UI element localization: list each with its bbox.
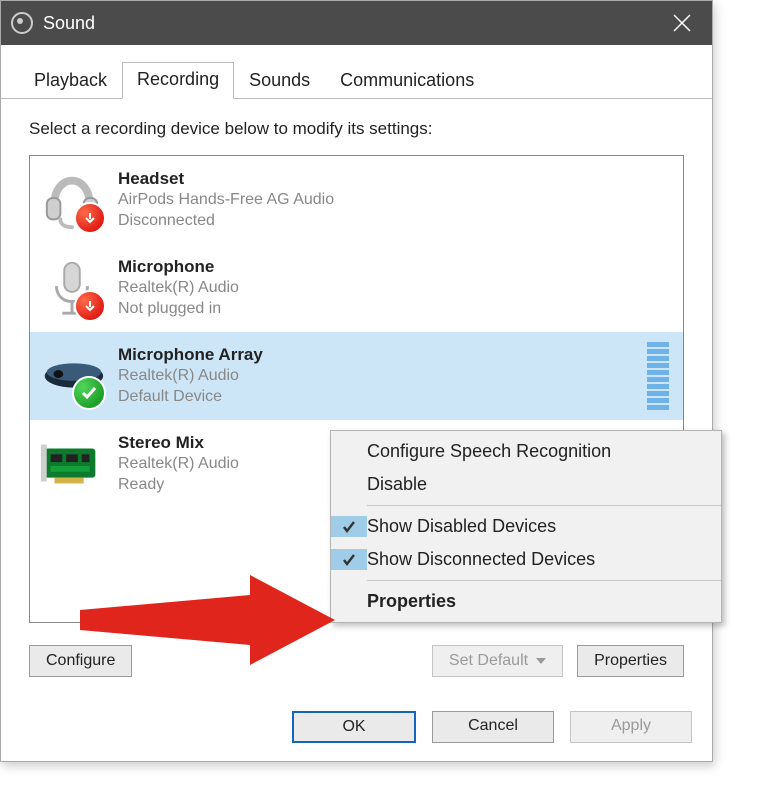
menu-separator [367, 505, 721, 506]
menu-properties[interactable]: Properties [331, 585, 721, 618]
mic-array-icon [36, 340, 108, 412]
device-status: Default Device [118, 387, 637, 408]
level-meter [647, 342, 669, 410]
ok-button[interactable]: OK [292, 711, 416, 743]
down-arrow-badge-icon [74, 202, 106, 234]
tab-communications[interactable]: Communications [325, 63, 489, 99]
menu-show-disconnected[interactable]: Show Disconnected Devices [331, 543, 721, 576]
down-arrow-badge-icon [74, 290, 106, 322]
device-provider: AirPods Hands-Free AG Audio [118, 190, 675, 211]
close-icon [673, 14, 691, 32]
device-name: Headset [118, 168, 675, 190]
sound-dialog: Sound Playback Recording Sounds Communic… [0, 0, 713, 762]
configure-button[interactable]: Configure [29, 645, 132, 677]
window-title: Sound [43, 12, 652, 34]
device-context-menu: Configure Speech Recognition Disable Sho… [330, 430, 722, 623]
device-status: Disconnected [118, 211, 675, 232]
checkmark-icon [331, 516, 367, 537]
menu-separator [367, 580, 721, 581]
menu-label: Show Disconnected Devices [367, 549, 595, 570]
device-row-microphone-array[interactable]: Microphone Array Realtek(R) Audio Defaul… [30, 332, 683, 420]
titlebar: Sound [1, 1, 712, 45]
tab-recording[interactable]: Recording [122, 62, 234, 99]
tab-playback[interactable]: Playback [19, 63, 122, 99]
device-provider: Realtek(R) Audio [118, 366, 637, 387]
menu-label: Properties [367, 591, 456, 612]
tab-strip: Playback Recording Sounds Communications [1, 45, 712, 99]
menu-label: Show Disabled Devices [367, 516, 556, 537]
device-status: Not plugged in [118, 299, 675, 320]
cancel-button[interactable]: Cancel [432, 711, 554, 743]
menu-label: Disable [367, 474, 427, 495]
device-row-headset[interactable]: Headset AirPods Hands-Free AG Audio Disc… [30, 156, 683, 244]
dialog-footer: OK Cancel Apply [1, 697, 712, 761]
sound-app-icon [11, 12, 33, 34]
device-row-microphone[interactable]: Microphone Realtek(R) Audio Not plugged … [30, 244, 683, 332]
menu-configure-speech[interactable]: Configure Speech Recognition [331, 435, 721, 468]
set-default-button[interactable]: Set Default [432, 645, 563, 677]
menu-label: Configure Speech Recognition [367, 441, 611, 462]
apply-button[interactable]: Apply [570, 711, 692, 743]
soundcard-icon [36, 428, 108, 500]
headset-icon [36, 164, 108, 236]
properties-button[interactable]: Properties [577, 645, 684, 677]
tab-sounds[interactable]: Sounds [234, 63, 325, 99]
device-button-row: Configure Set Default Properties [29, 645, 684, 677]
close-button[interactable] [652, 1, 712, 45]
menu-disable[interactable]: Disable [331, 468, 721, 501]
checkmark-icon [331, 549, 367, 570]
check-badge-icon [72, 376, 106, 410]
menu-show-disabled[interactable]: Show Disabled Devices [331, 510, 721, 543]
device-name: Microphone Array [118, 344, 637, 366]
instruction-text: Select a recording device below to modif… [29, 119, 684, 139]
microphone-icon [36, 252, 108, 324]
device-name: Microphone [118, 256, 675, 278]
device-provider: Realtek(R) Audio [118, 278, 675, 299]
